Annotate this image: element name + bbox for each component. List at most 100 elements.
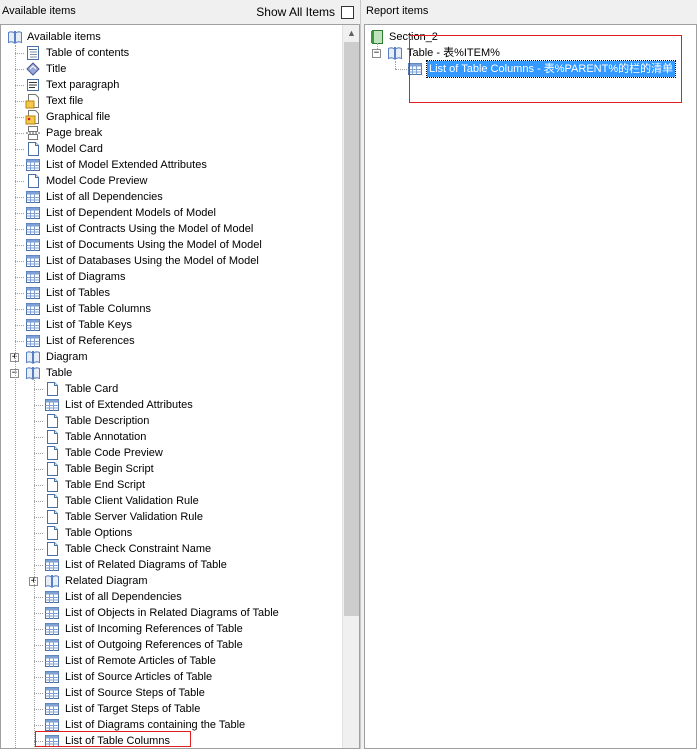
- tree-connector: [34, 565, 43, 566]
- tree-item-list-of-table-keys-label: List of Table Keys: [46, 319, 133, 331]
- page-break-icon: [25, 125, 41, 141]
- show-all-items-checkbox[interactable]: [341, 5, 354, 19]
- tree-table-child-list-of-related-diagrams-of-table-label: List of Related Diagrams of Table: [65, 559, 227, 571]
- list-icon: [25, 157, 41, 173]
- tree-table-child-table-code-preview-label: Table Code Preview: [65, 447, 163, 459]
- tree-item-list-of-contracts-using-the-model-of-model-label: List of Contracts Using the Model of Mod…: [46, 223, 254, 235]
- tree-item-title-label: Title: [46, 63, 67, 75]
- tree-connector: [34, 725, 43, 726]
- tree-connector: [34, 533, 43, 534]
- tree-connector: [34, 421, 43, 422]
- tree-item-list-of-model-extended-attributes-label: List of Model Extended Attributes: [46, 159, 207, 171]
- tree-connector: [34, 709, 43, 710]
- tree-table-child-list-of-incoming-references-of-table-label: List of Incoming References of Table: [65, 623, 243, 635]
- scrollbar-thumb[interactable]: [344, 42, 359, 616]
- report-items-header: Report items: [364, 0, 697, 24]
- tree-connector: [34, 661, 43, 662]
- tree-connector: [34, 453, 43, 454]
- tree-item-graphical-file-label: Graphical file: [46, 111, 111, 123]
- tree-item-list-of-databases-using-the-model-of-model-label: List of Databases Using the Model of Mod…: [46, 255, 259, 267]
- tree-connector: [34, 549, 43, 550]
- tree-connector: [395, 61, 396, 69]
- list-icon: [25, 269, 41, 285]
- tree-item-list-of-diagrams-label: List of Diagrams: [46, 271, 126, 283]
- tree-item-model-code-preview-label: Model Code Preview: [46, 175, 148, 187]
- report-items-tree[interactable]: Section_2 Table - 表%ITEM% − List of Table C…: [364, 24, 697, 749]
- list-icon: [25, 301, 41, 317]
- list-icon: [44, 557, 60, 573]
- tree-connector: [15, 309, 24, 310]
- tree-item-list-of-table-columns-label: List of Table Columns: [46, 303, 151, 315]
- tree-table-child-list-of-source-steps-of-table-label: List of Source Steps of Table: [65, 687, 205, 699]
- tree-table-child-list-of-source-articles-of-table-label: List of Source Articles of Table: [65, 671, 213, 683]
- report-items-title: Report items: [366, 5, 429, 17]
- tree-connector: [15, 181, 24, 182]
- tree-item-page-break-label: Page break: [46, 127, 103, 139]
- tree-connector: [15, 85, 24, 86]
- document-icon: [44, 445, 60, 461]
- tree-connector: [34, 485, 43, 486]
- tree-item-list-of-tables-label: List of Tables: [46, 287, 111, 299]
- tree-connector: [15, 197, 24, 198]
- tree-table-child-list-of-outgoing-references-of-table-label: List of Outgoing References of Table: [65, 639, 243, 651]
- document-icon: [44, 525, 60, 541]
- list-icon: [25, 317, 41, 333]
- tree-connector: [15, 165, 24, 166]
- highlight-box-report: [409, 35, 682, 103]
- tree-table-child-list-of-remote-articles-of-table-label: List of Remote Articles of Table: [65, 655, 216, 667]
- vertical-scrollbar[interactable]: ▲: [342, 25, 359, 748]
- tree-connector: [15, 293, 24, 294]
- tree-table-child-related-diagram-label: Related Diagram: [65, 575, 148, 587]
- show-all-items-toggle[interactable]: Show All Items: [256, 4, 354, 20]
- tree-table-child-table-begin-script-label: Table Begin Script: [65, 463, 154, 475]
- tree-connector: [15, 213, 24, 214]
- tree-connector: [15, 261, 24, 262]
- tree-connector: [15, 133, 24, 134]
- book-icon: [387, 45, 403, 61]
- text-file-icon: [25, 93, 41, 109]
- list-icon: [44, 685, 60, 701]
- list-icon: [25, 333, 41, 349]
- document-icon: [25, 141, 41, 157]
- tree-table-child-table-end-script-label: Table End Script: [65, 479, 146, 491]
- tree-connector: [395, 69, 407, 70]
- title-icon: [25, 61, 41, 77]
- list-icon: [44, 637, 60, 653]
- list-icon: [44, 669, 60, 685]
- tree-item-list-of-dependent-models-of-model-label: List of Dependent Models of Model: [46, 207, 216, 219]
- list-icon: [44, 589, 60, 605]
- tree-connector: [15, 149, 24, 150]
- available-items-tree[interactable]: Available items Table of contents Title Tex…: [0, 24, 360, 749]
- document-icon: [44, 493, 60, 509]
- collapse-icon[interactable]: −: [372, 49, 381, 58]
- tree-connector: [15, 373, 16, 748]
- toc-icon: [25, 45, 41, 61]
- tree-root-available-items-label: Available items: [27, 31, 101, 43]
- show-all-items-label: Show All Items: [256, 5, 335, 19]
- tree-item-table-label: Table: [46, 367, 73, 379]
- tree-table-child-list-of-extended-attributes-label: List of Extended Attributes: [65, 399, 193, 411]
- book-icon: [25, 365, 41, 381]
- tree-connector: [15, 117, 24, 118]
- document-icon: [44, 381, 60, 397]
- tree-item-list-of-all-dependencies-label: List of all Dependencies: [46, 191, 163, 203]
- list-icon: [25, 205, 41, 221]
- tree-connector: [15, 277, 24, 278]
- list-icon: [44, 397, 60, 413]
- tree-connector: [34, 693, 43, 694]
- tree-item-list-of-documents-using-the-model-of-model-label: List of Documents Using the Model of Mod…: [46, 239, 262, 251]
- list-icon: [25, 285, 41, 301]
- tree-connector: [34, 517, 43, 518]
- scroll-up-arrow-icon[interactable]: ▲: [343, 25, 359, 42]
- tree-connector: [34, 645, 43, 646]
- tree-connector: [34, 597, 43, 598]
- book-icon: [7, 29, 23, 45]
- document-icon: [44, 413, 60, 429]
- tree-table-child-table-annotation-label: Table Annotation: [65, 431, 147, 443]
- tree-connector: [15, 245, 24, 246]
- tree-connector: [34, 469, 43, 470]
- document-icon: [44, 429, 60, 445]
- tree-connector: [377, 43, 378, 49]
- tree-item-diagram-label: Diagram: [46, 351, 88, 363]
- tree-item-text-paragraph-label: Text paragraph: [46, 79, 120, 91]
